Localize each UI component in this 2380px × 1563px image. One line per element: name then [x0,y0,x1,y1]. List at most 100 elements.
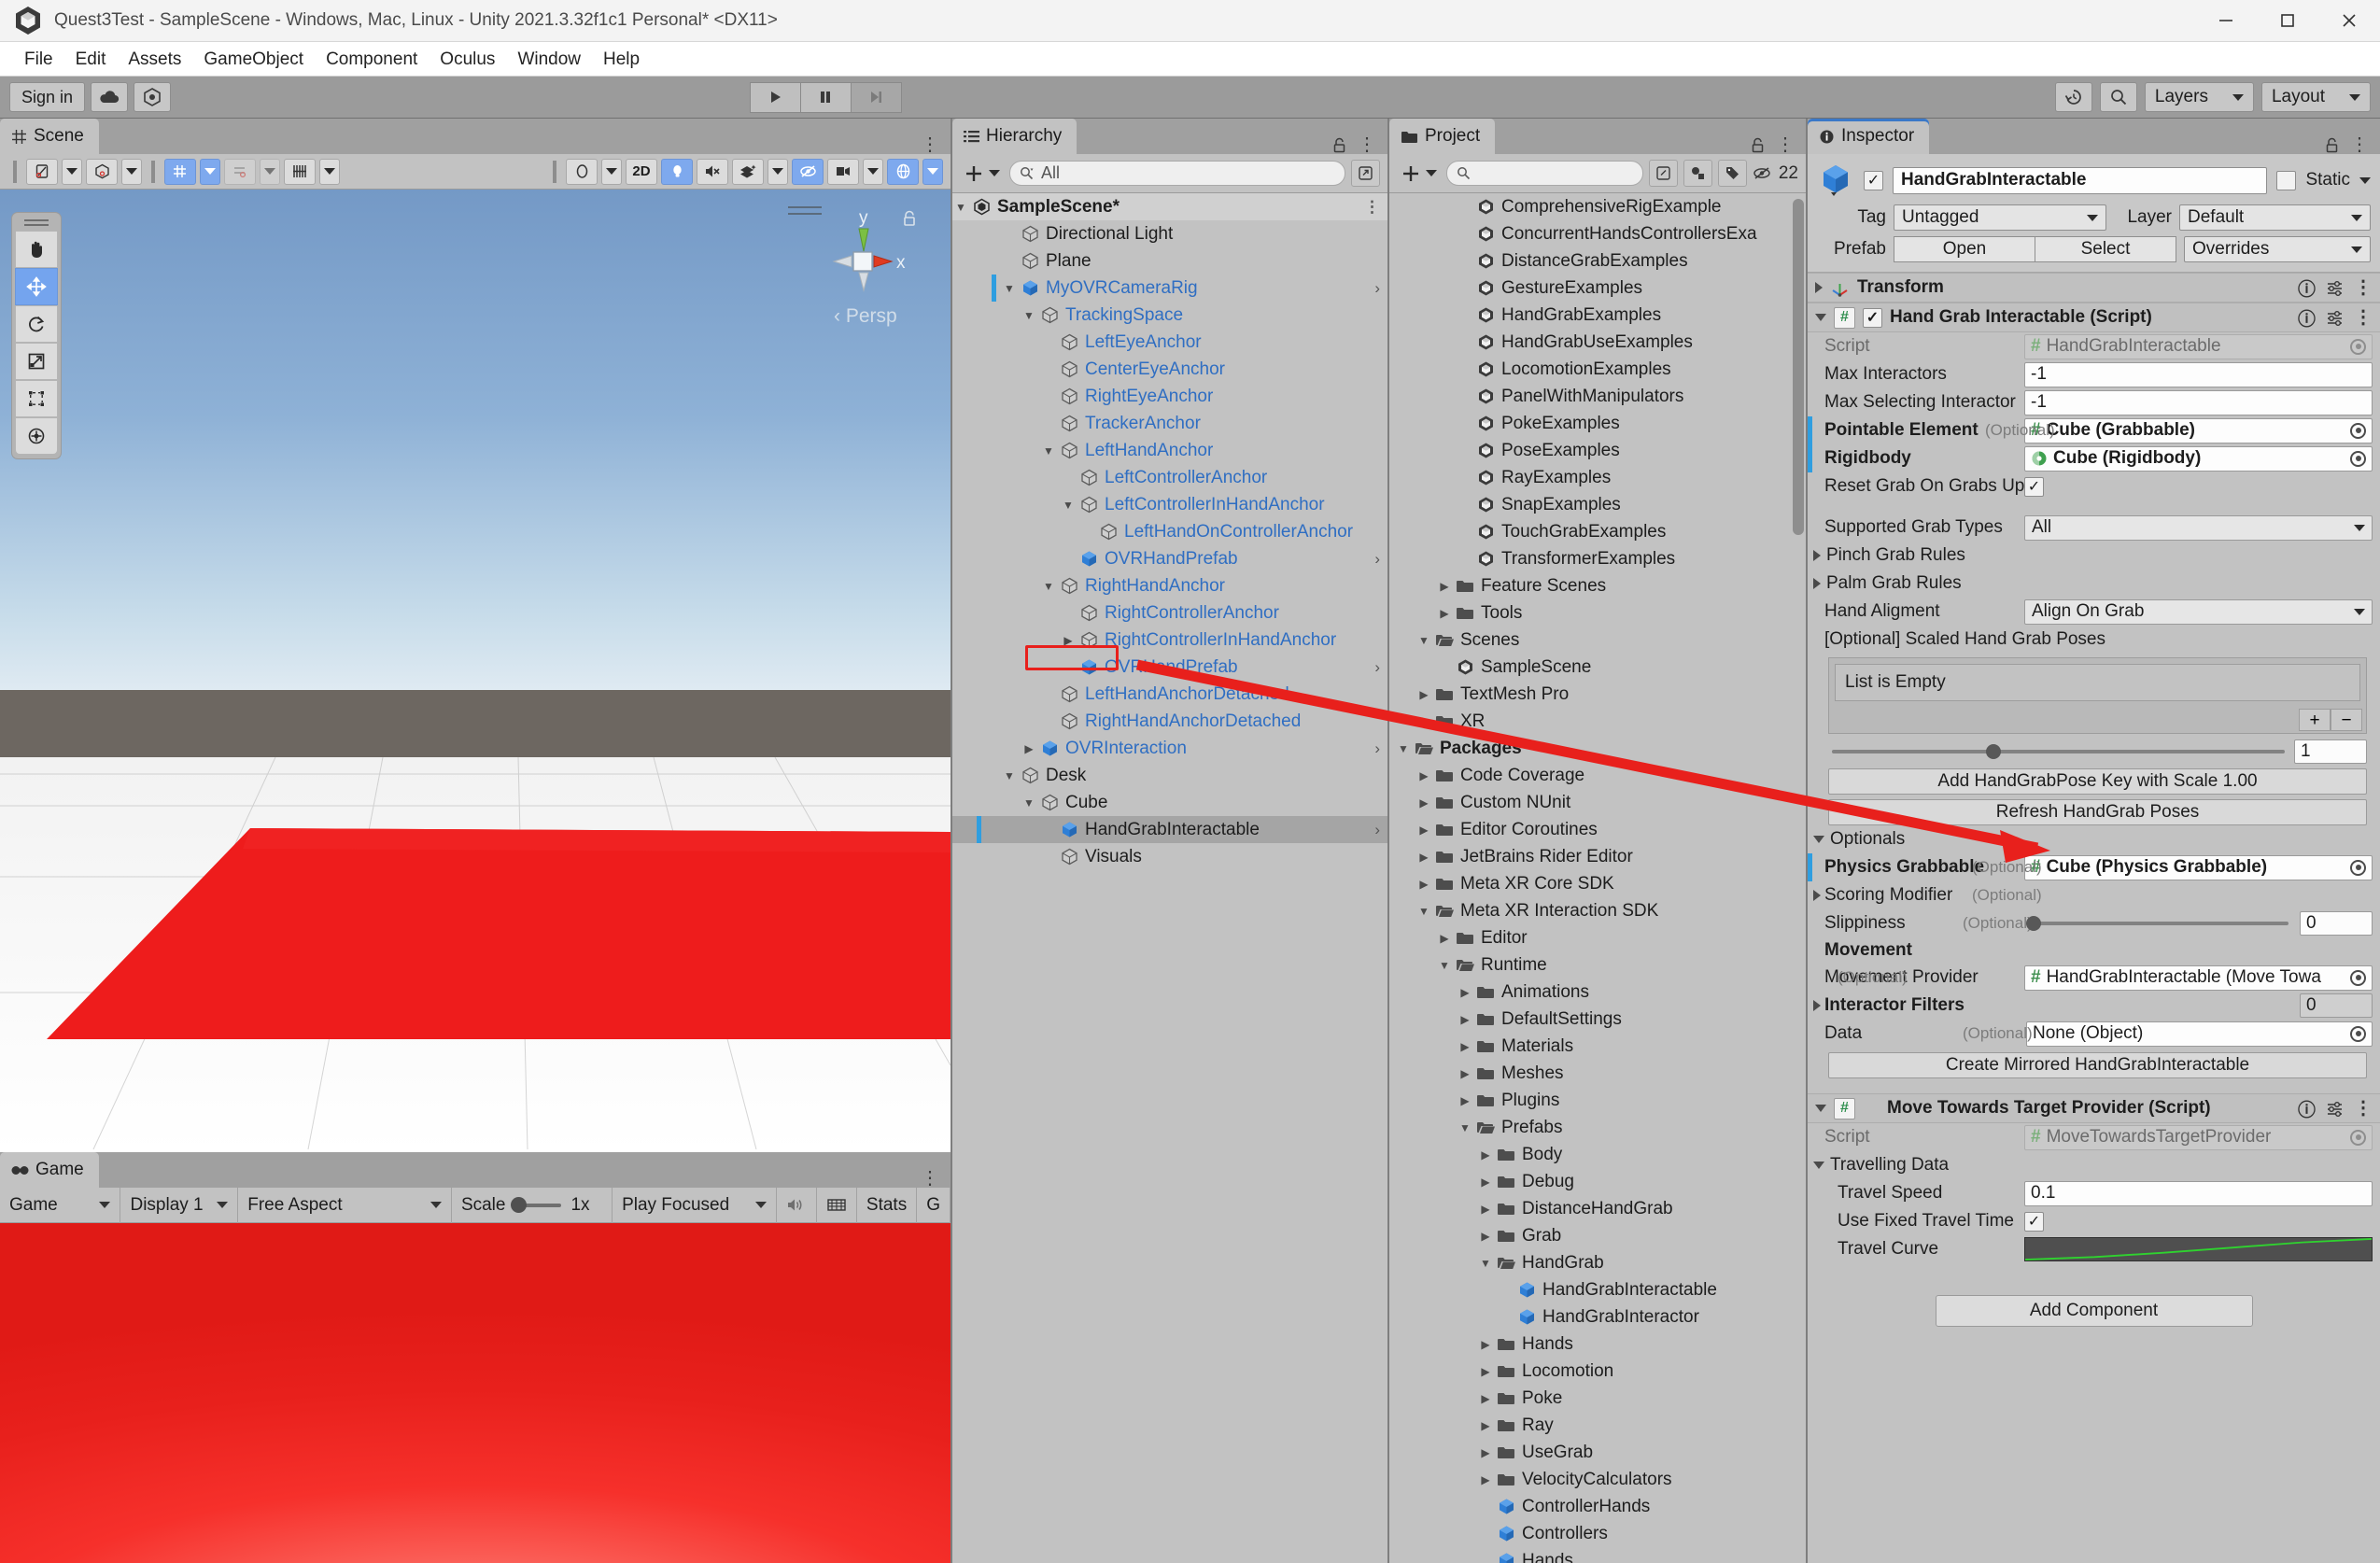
twisty-closed-icon[interactable]: ▶ [1477,1203,1494,1216]
object-name-field[interactable]: HandGrabInteractable [1893,166,2268,194]
maximize-button[interactable] [2257,0,2318,42]
twisty-open-icon[interactable]: ▼ [1457,1121,1473,1134]
project-item-textmesh-pro[interactable]: ▶ TextMesh Pro [1389,681,1806,708]
property-data-field[interactable]: None (Object) [2026,1021,2373,1047]
project-add-button[interactable] [1397,163,1441,184]
project-item-editor-coroutines[interactable]: ▶ Editor Coroutines [1389,816,1806,843]
project-item-custom-nunit[interactable]: ▶ Custom NUnit [1389,789,1806,816]
twisty-closed-icon[interactable]: ▶ [1415,878,1432,891]
hierarchy-scene-row[interactable]: ▼ SampleScene* ⋮ [952,193,1387,220]
project-item-jetbrains-rider-editor[interactable]: ▶ JetBrains Rider Editor [1389,843,1806,870]
menu-file[interactable]: File [13,42,64,77]
hierarchy-item-lefthandoncontrolleranchor[interactable]: LeftHandOnControllerAnchor [952,518,1387,545]
grid-snapping-toggle[interactable] [164,158,196,185]
hierarchy-item-righthandanchordetached[interactable]: RightHandAnchorDetached [952,708,1387,735]
scene-view-viewport[interactable]: y x ‹ Persp [0,190,951,1152]
project-item-handgrabinteractor[interactable]: HandGrabInteractor [1389,1303,1806,1331]
scene-fx-dropdown[interactable] [768,158,788,185]
project-item-materials[interactable]: ▶ Materials [1389,1033,1806,1060]
twisty-closed-icon[interactable]: ▶ [1415,688,1432,701]
twisty-open-icon[interactable] [1813,836,1824,843]
object-picker-icon[interactable] [2350,1025,2366,1042]
hierarchy-item-righthandanchor[interactable]: ▼ RightHandAnchor [952,572,1387,599]
twisty-open-icon[interactable]: ▼ [1021,796,1037,810]
menu-window[interactable]: Window [506,42,592,77]
project-item-prefabs[interactable]: ▼ Prefabs [1389,1114,1806,1141]
layers-dropdown[interactable]: Layers [2144,82,2254,112]
scene-camera-dropdown[interactable] [863,158,883,185]
hierarchy-item-trackeranchor[interactable]: TrackerAnchor [952,410,1387,437]
project-item-editor[interactable]: ▶ Editor [1389,924,1806,951]
scene-menu-icon[interactable]: ⋮ [921,135,939,154]
hand-tool-button[interactable] [15,231,58,268]
project-hidden-packages-toggle[interactable]: 22 [1753,160,1798,187]
tab-project[interactable]: Project [1389,119,1496,154]
twisty-closed-icon[interactable]: ▶ [1436,932,1453,945]
tab-inspector[interactable]: Inspector [1808,119,1930,154]
property-travel-speed-field[interactable]: 0.1 [2024,1180,2373,1206]
project-item-debug[interactable]: ▶ Debug [1389,1168,1806,1195]
travelling-data-foldout[interactable]: Travelling Data [1808,1151,2380,1179]
preset-icon[interactable] [2326,280,2344,296]
draw-mode-button[interactable] [566,158,598,185]
lock-icon[interactable] [2325,137,2339,153]
move-tool-button[interactable] [15,268,58,305]
object-enabled-checkbox[interactable]: ✓ [1864,170,1883,190]
scale-knob[interactable] [511,1196,528,1213]
project-item-handgrab[interactable]: ▼ HandGrab [1389,1249,1806,1276]
scene-lighting-toggle[interactable] [661,158,693,185]
static-checkbox[interactable] [2276,170,2297,190]
interactor-filters-count-field[interactable]: 0 [2300,993,2373,1018]
gizmos-dropdown[interactable] [922,158,943,185]
twisty-open-icon[interactable] [1815,314,1826,321]
menu-oculus[interactable]: Oculus [429,42,506,77]
twisty-closed-icon[interactable]: ▶ [1415,824,1432,837]
twisty-open-icon[interactable]: ▼ [1001,282,1018,295]
vertex-snapping-toggle[interactable] [224,158,256,185]
twisty-closed-icon[interactable]: ▶ [1477,1176,1494,1189]
hierarchy-search-input[interactable]: All [1009,161,1345,186]
project-item-concurrenthandscontrollersexa[interactable]: ConcurrentHandsControllersExa [1389,220,1806,247]
twisty-closed-icon[interactable]: ▶ [1436,607,1453,620]
rect-tool-button[interactable] [15,380,58,417]
scene-context-menu-icon[interactable]: ⋮ [1364,199,1380,215]
help-icon[interactable]: ⓘ [2298,305,2316,331]
prefab-open-button[interactable]: Open [1894,236,2035,262]
twisty-closed-icon[interactable]: ▶ [1477,1338,1494,1351]
scale-track[interactable] [511,1196,562,1213]
project-item-velocitycalculators[interactable]: ▶ VelocityCalculators [1389,1466,1806,1493]
project-item-meshes[interactable]: ▶ Meshes [1389,1060,1806,1087]
project-item-meta-xr-interaction-sdk[interactable]: ▼ Meta XR Interaction SDK [1389,897,1806,924]
slippiness-track[interactable] [2026,916,2288,931]
chevron-right-icon[interactable]: › [1374,279,1380,298]
twisty-closed-icon[interactable] [1813,890,1821,901]
cloud-icon[interactable] [91,82,129,112]
twisty-closed-icon[interactable]: ▶ [1477,1365,1494,1378]
draw-mode-dropdown[interactable] [601,158,622,185]
game-mute-audio-button[interactable] [777,1187,817,1223]
twisty-closed-icon[interactable] [1813,1000,1821,1011]
project-item-pokeexamples[interactable]: PokeExamples [1389,410,1806,437]
game-scale-slider[interactable]: Scale 1x [452,1187,613,1223]
property-movement-provider-field[interactable]: # HandGrabInteractable (Move Towa [2024,965,2373,991]
hierarchy-tree[interactable]: ▼ SampleScene* ⋮ Directional Light Plane ▼… [952,193,1387,1563]
component-header-transform[interactable]: Transform ⓘ ⋮ [1808,273,2380,303]
component-menu-icon[interactable]: ⋮ [2354,278,2373,297]
project-tree[interactable]: ComprehensiveRigExample ConcurrentHandsCo… [1389,193,1806,1563]
pose-scale-value-field[interactable]: 1 [2294,739,2367,764]
hierarchy-item-desk[interactable]: ▼ Desk [952,762,1387,789]
twisty-closed-icon[interactable]: ▶ [1477,1473,1494,1486]
twisty-open-icon[interactable]: ▼ [952,201,969,214]
rotate-tool-button[interactable] [15,305,58,343]
project-item-touchgrabexamples[interactable]: TouchGrabExamples [1389,518,1806,545]
project-item-distancehandgrab[interactable]: ▶ DistanceHandGrab [1389,1195,1806,1222]
twisty-open-icon[interactable]: ▼ [1395,742,1412,755]
game-aspect-dropdown[interactable]: Free Aspect [238,1187,452,1223]
project-item-grab[interactable]: ▶ Grab [1389,1222,1806,1249]
object-picker-icon[interactable] [2350,969,2366,986]
minimize-button[interactable] [2195,0,2257,42]
project-item-code-coverage[interactable]: ▶ Code Coverage [1389,762,1806,789]
tag-dropdown[interactable]: Untagged [1894,204,2106,231]
project-item-snapexamples[interactable]: SnapExamples [1389,491,1806,518]
tool-handle-position-dropdown[interactable] [62,158,82,185]
